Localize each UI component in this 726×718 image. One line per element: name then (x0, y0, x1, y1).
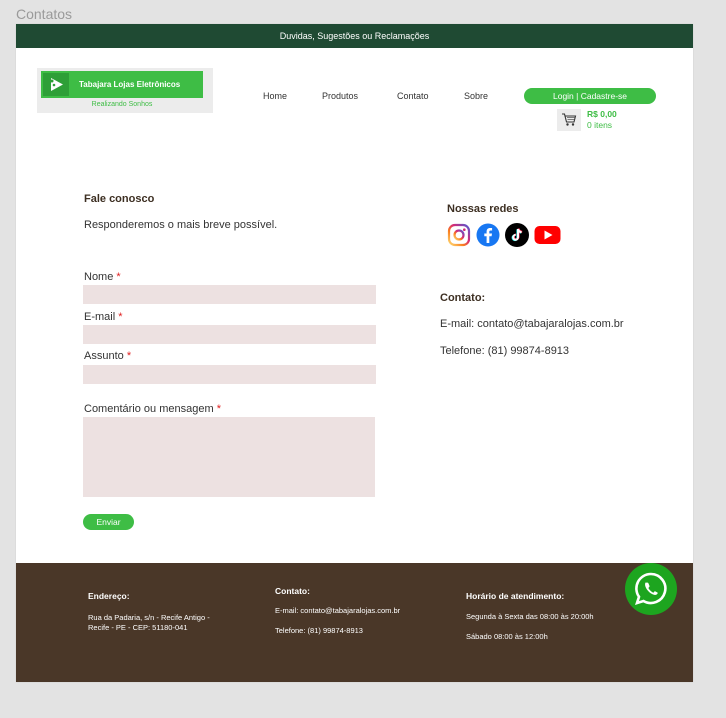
nome-label: Nome * (84, 271, 121, 283)
nav-produtos[interactable]: Produtos (322, 91, 358, 101)
footer-address-line2: Recife - PE - CEP: 51180-041 (88, 623, 188, 632)
required-mark: * (126, 350, 132, 362)
form-subtitle: Responderemos o mais breve possível. (84, 219, 278, 231)
frame-label: Contatos (16, 6, 73, 22)
nav-home[interactable]: Home (263, 91, 287, 101)
email-input[interactable] (83, 325, 376, 344)
nome-label-text: Nome (84, 271, 114, 283)
page-frame: Duvidas, Sugestões ou Reclamações Tabaja… (16, 24, 693, 682)
footer: Endereço: Rua da Padaria, s/n - Recife A… (16, 563, 693, 682)
email-label-text: E-mail (84, 311, 116, 323)
login-signup-button[interactable]: Login | Cadastre-se (524, 88, 656, 104)
footer-hours-weekdays: Segunda à Sexta das 08:00 às 20:00h (466, 612, 594, 621)
comentario-label-text: Comentário ou mensagem (84, 403, 214, 415)
whatsapp-button[interactable] (625, 563, 677, 615)
facebook-icon[interactable] (476, 223, 500, 247)
nome-input[interactable] (83, 285, 376, 304)
comentario-label: Comentário ou mensagem * (84, 403, 221, 415)
tiktok-icon[interactable] (505, 223, 529, 247)
footer-contact-title: Contato: (275, 586, 310, 596)
footer-contact-phone: Telefone: (81) 99874-8913 (275, 626, 363, 635)
contact-email: E-mail: contato@tabajaralojas.com.br (440, 318, 624, 330)
logo-name: Tabajara Lojas Eletrônicos (79, 80, 181, 89)
cart-item-count: 0 itens (587, 120, 613, 130)
logo[interactable]: Tabajara Lojas Eletrônicos Realizando So… (37, 68, 213, 113)
footer-hours-saturday: Sábado 08:00 às 12:00h (466, 632, 548, 641)
footer-address-line1: Rua da Padaria, s/n - Recife Antigo - (88, 613, 210, 622)
social-title: Nossas redes (447, 203, 519, 215)
logo-play-icon (43, 73, 69, 96)
contact-title: Contato: (440, 292, 486, 304)
email-label: E-mail * (84, 311, 123, 323)
send-button[interactable]: Enviar (83, 514, 134, 530)
assunto-label: Assunto * (84, 350, 131, 362)
instagram-icon[interactable] (447, 223, 471, 247)
required-mark: * (118, 311, 123, 323)
footer-address-title: Endereço: (88, 591, 130, 601)
whatsapp-icon (634, 572, 667, 605)
assunto-input[interactable] (83, 365, 376, 384)
cart-icon (562, 113, 577, 126)
assunto-label-text: Assunto (84, 350, 124, 362)
logo-slogan: Realizando Sonhos (91, 101, 153, 108)
required-mark: * (116, 271, 121, 283)
cart-button[interactable] (557, 109, 581, 131)
nav-sobre[interactable]: Sobre (464, 91, 488, 101)
feedback-bar[interactable]: Duvidas, Sugestões ou Reclamações (16, 24, 693, 48)
comentario-textarea[interactable] (83, 417, 375, 497)
cart-total: R$ 0,00 (587, 109, 617, 119)
nav-contato[interactable]: Contato (397, 91, 429, 101)
youtube-icon[interactable] (534, 223, 561, 247)
footer-contact-email: E-mail: contato@tabajaralojas.com.br (275, 606, 401, 615)
footer-hours-title: Horário de atendimento: (466, 591, 565, 601)
form-title: Fale conosco (84, 193, 155, 205)
logo-banner: Tabajara Lojas Eletrônicos (41, 71, 203, 98)
contact-phone: Telefone: (81) 99874-8913 (440, 345, 570, 357)
required-mark: * (216, 403, 221, 415)
